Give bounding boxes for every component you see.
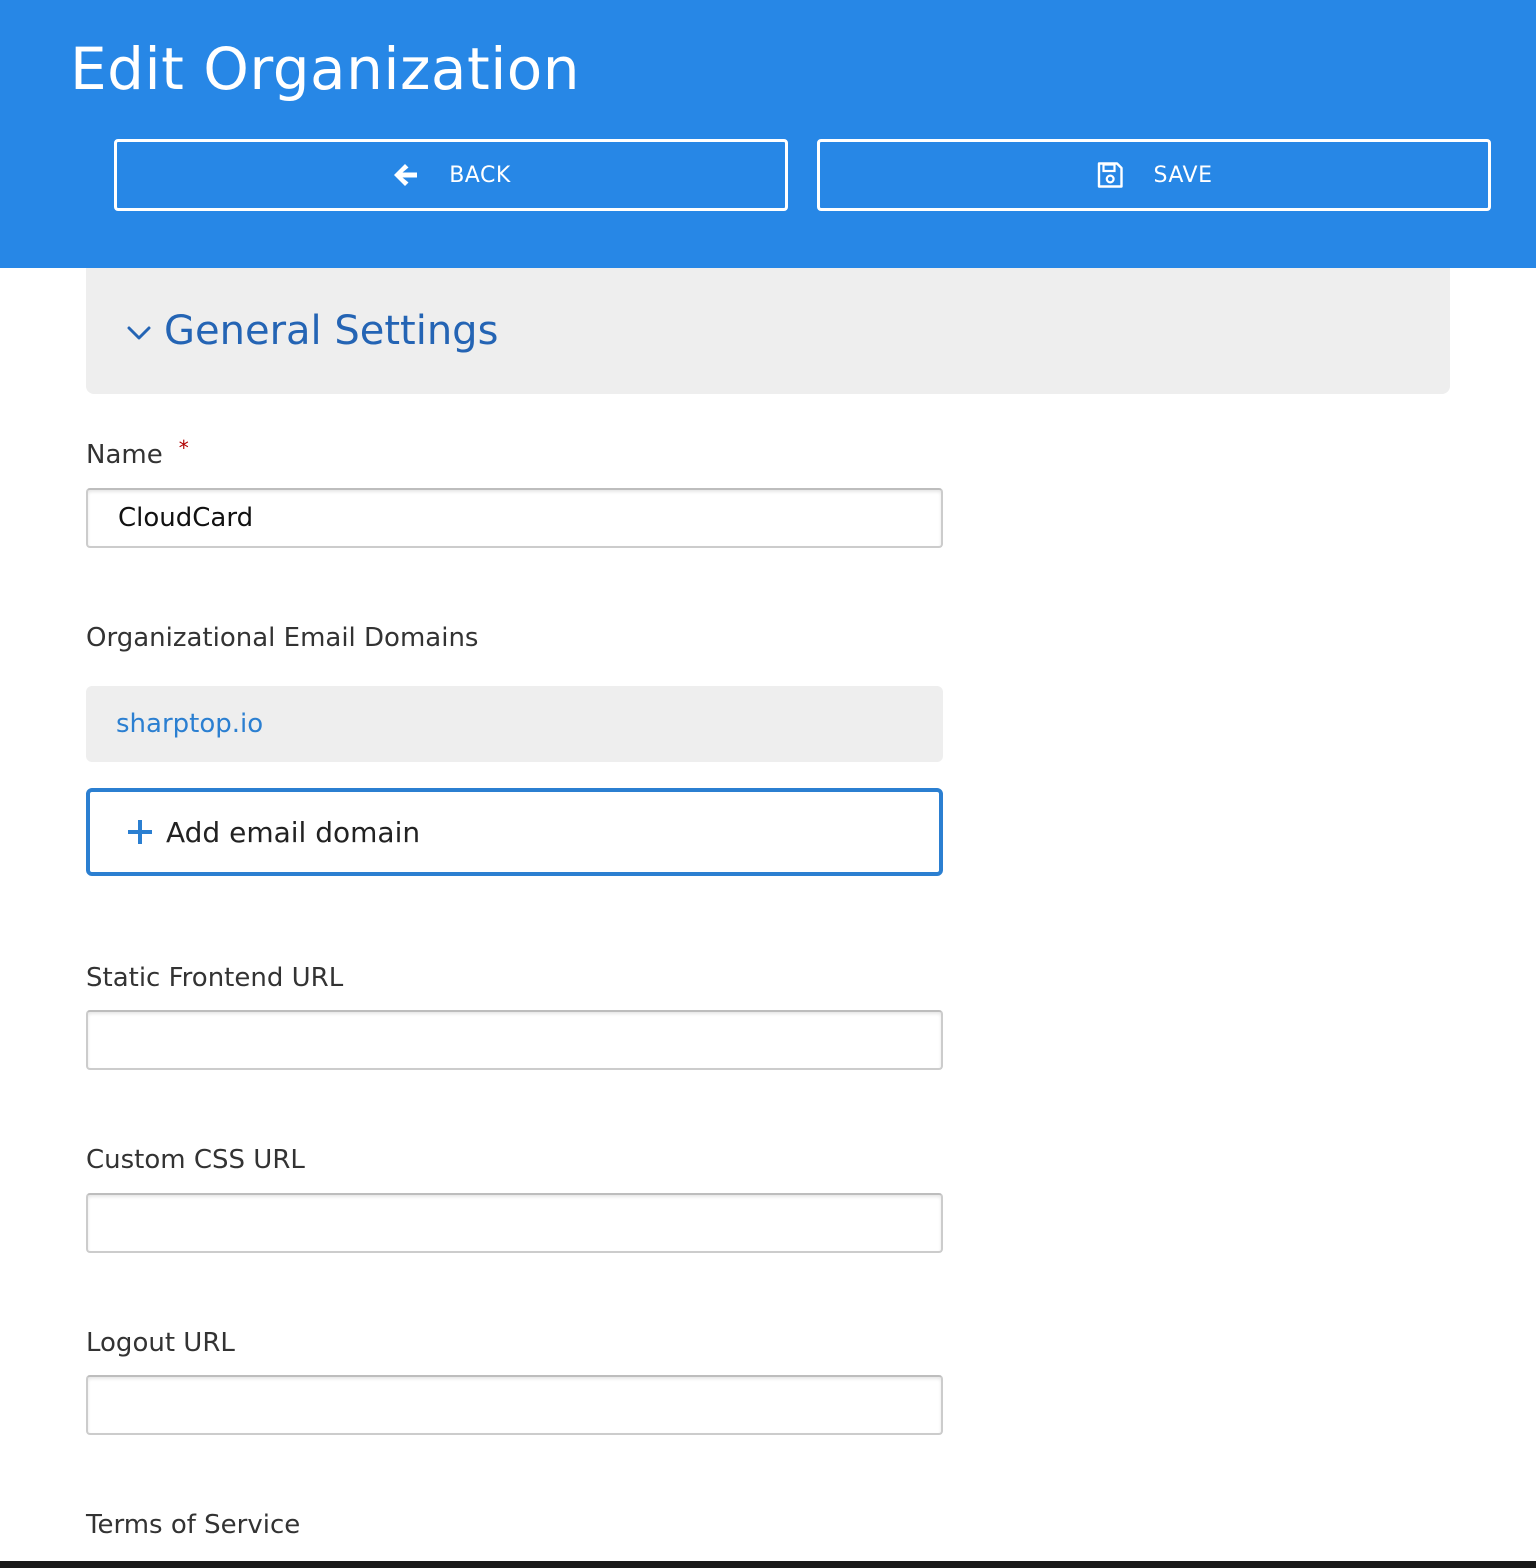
chevron-down-icon bbox=[126, 324, 152, 342]
terms-of-service-label: Terms of Service bbox=[86, 1510, 301, 1540]
static-frontend-url-label: Static Frontend URL bbox=[86, 963, 344, 993]
email-domains-label: Organizational Email Domains bbox=[86, 623, 479, 653]
name-label: Name * bbox=[86, 436, 189, 473]
back-button-label: BACK bbox=[449, 162, 511, 188]
static-frontend-url-input[interactable] bbox=[86, 1010, 943, 1070]
add-email-domain-label: Add email domain bbox=[166, 815, 421, 849]
arrow-left-icon bbox=[391, 161, 419, 189]
general-settings-toggle[interactable]: General Settings bbox=[86, 268, 1450, 394]
plus-icon bbox=[128, 820, 152, 844]
page-title: Edit Organization bbox=[70, 35, 581, 103]
add-email-domain-button[interactable]: Add email domain bbox=[86, 788, 943, 876]
section-title: General Settings bbox=[164, 308, 499, 354]
save-button[interactable]: SAVE bbox=[817, 139, 1491, 211]
custom-css-url-input[interactable] bbox=[86, 1193, 943, 1253]
logout-url-label: Logout URL bbox=[86, 1328, 235, 1358]
floppy-disk-icon bbox=[1096, 161, 1124, 189]
page-header: Edit Organization BACK SAVE bbox=[0, 0, 1536, 268]
logout-url-input[interactable] bbox=[86, 1375, 943, 1435]
bottom-edge-bar bbox=[0, 1561, 1536, 1568]
email-domain-item[interactable]: sharptop.io bbox=[86, 686, 943, 762]
name-label-text: Name bbox=[86, 440, 163, 470]
back-button[interactable]: BACK bbox=[114, 139, 788, 211]
custom-css-url-label: Custom CSS URL bbox=[86, 1145, 305, 1175]
save-button-label: SAVE bbox=[1153, 162, 1213, 188]
name-input[interactable] bbox=[86, 488, 943, 548]
required-indicator: * bbox=[178, 436, 189, 460]
